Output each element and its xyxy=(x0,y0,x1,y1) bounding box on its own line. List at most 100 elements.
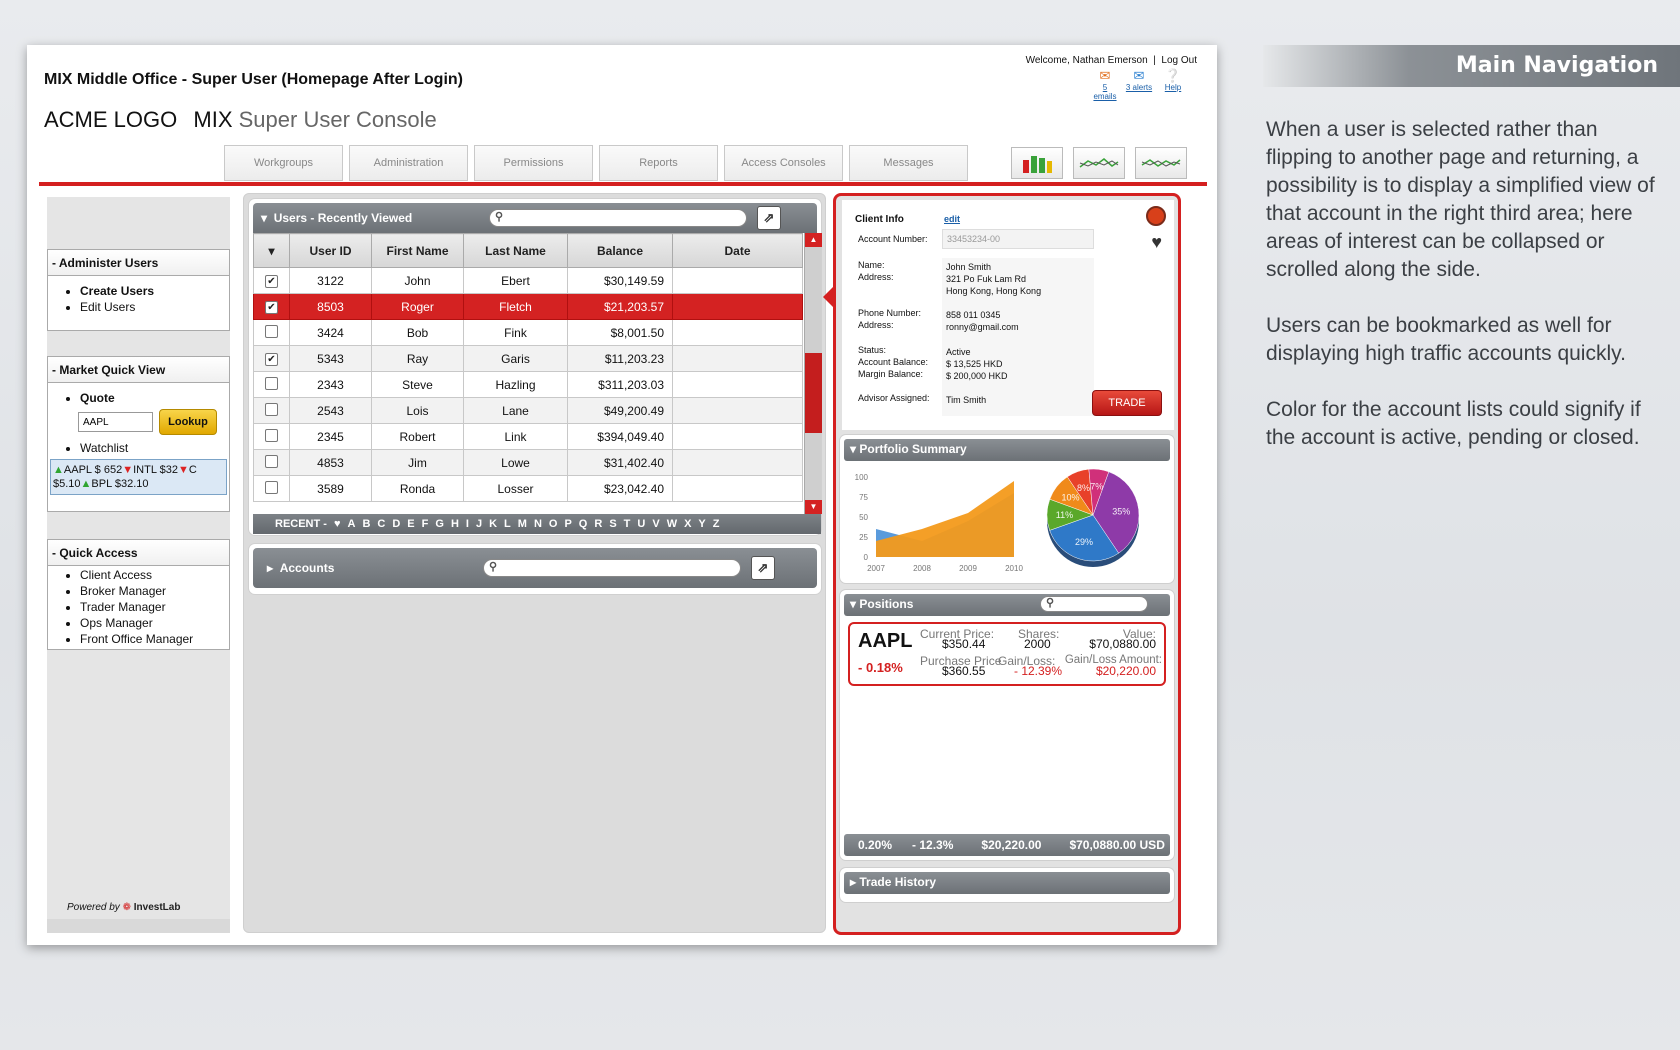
users-scrollbar[interactable]: ▲ ▼ xyxy=(804,233,822,514)
letter-filter-u[interactable]: U xyxy=(637,518,645,530)
status-dot-icon[interactable] xyxy=(1146,206,1166,226)
letter-filter-a[interactable]: A xyxy=(347,518,355,530)
balance-header[interactable]: Balance xyxy=(567,233,673,268)
portfolio-summary-header[interactable]: ▾ Portfolio Summary xyxy=(844,439,1170,461)
accounts-search-input[interactable]: ⚲ xyxy=(483,559,741,577)
table-row[interactable]: 3424 Bob Fink $8,001.50 xyxy=(253,319,803,346)
letter-filter-v[interactable]: V xyxy=(652,518,659,530)
broker-manager-link[interactable]: Broker Manager xyxy=(80,584,229,598)
help-link[interactable]: ❔ Help xyxy=(1159,69,1187,101)
table-row[interactable]: 3589 Ronda Losser $23,042.40 xyxy=(253,475,803,502)
letter-filter-t[interactable]: T xyxy=(624,518,631,530)
trend-view-button[interactable] xyxy=(1135,147,1187,179)
checkbox-checked-icon[interactable]: ✔ xyxy=(265,301,278,314)
letter-filter-b[interactable]: B xyxy=(362,518,370,530)
table-row[interactable]: 2345 Robert Link $394,049.40 xyxy=(253,423,803,450)
heart-filter-icon[interactable]: ♥ xyxy=(334,518,341,530)
edit-users-link[interactable]: Edit Users xyxy=(80,300,229,314)
letter-filter-y[interactable]: Y xyxy=(698,518,705,530)
table-row[interactable]: 4853 Jim Lowe $31,402.40 xyxy=(253,449,803,476)
administer-users-heading[interactable]: - Administer Users xyxy=(48,250,229,276)
letter-filter-z[interactable]: Z xyxy=(713,518,720,530)
letter-filter-f[interactable]: F xyxy=(422,518,429,530)
create-users-link[interactable]: Create Users xyxy=(80,284,229,298)
checkbox-icon[interactable] xyxy=(265,454,278,468)
checkbox-checked-icon[interactable]: ✔ xyxy=(265,275,278,288)
scroll-up-icon[interactable]: ▲ xyxy=(805,233,822,247)
market-quick-view-heading[interactable]: - Market Quick View xyxy=(48,357,229,383)
edit-client-link[interactable]: edit xyxy=(944,214,960,224)
tab-workgroups[interactable]: Workgroups xyxy=(224,145,343,181)
letter-filter-h[interactable]: H xyxy=(451,518,459,530)
scroll-down-icon[interactable]: ▼ xyxy=(805,500,822,514)
letter-filter-l[interactable]: L xyxy=(504,518,511,530)
accounts-toggle[interactable]: ▸ Accounts xyxy=(267,561,334,575)
table-row[interactable]: ✔ 8503 Roger Fletch $21,203.57 xyxy=(253,293,803,320)
trader-manager-link[interactable]: Trader Manager xyxy=(80,600,229,614)
letter-filter-x[interactable]: X xyxy=(684,518,691,530)
letter-filter-w[interactable]: W xyxy=(667,518,677,530)
table-row[interactable]: 2543 Lois Lane $49,200.49 xyxy=(253,397,803,424)
checkbox-icon[interactable] xyxy=(265,428,278,442)
first-name-header[interactable]: First Name xyxy=(371,233,464,268)
chevron-right-icon: ▸ xyxy=(267,561,274,575)
positions-search-input[interactable]: ⚲ xyxy=(1040,596,1148,612)
letter-filter-d[interactable]: D xyxy=(392,518,400,530)
line-chart-view-button[interactable] xyxy=(1073,147,1125,179)
table-row[interactable]: ✔ 3122 John Ebert $30,149.59 xyxy=(253,267,803,294)
table-row[interactable]: ✔ 5343 Ray Garis $11,203.23 xyxy=(253,345,803,372)
account-number-field[interactable]: 33453234-00 xyxy=(942,229,1094,249)
lookup-button[interactable]: Lookup xyxy=(159,409,217,435)
letter-filter-r[interactable]: R xyxy=(594,518,602,530)
trade-button[interactable]: TRADE xyxy=(1092,390,1162,416)
expand-accounts-button[interactable]: ⇗ xyxy=(751,556,775,580)
letter-filter-o[interactable]: O xyxy=(549,518,558,530)
tab-messages[interactable]: Messages xyxy=(849,145,968,181)
sort-column-header[interactable]: ▾ xyxy=(253,233,290,268)
emails-link[interactable]: ✉ 5 emails xyxy=(1091,69,1119,102)
logout-link[interactable]: Log Out xyxy=(1161,55,1197,66)
letter-filter-q[interactable]: Q xyxy=(579,518,588,530)
letter-filter-j[interactable]: J xyxy=(476,518,482,530)
bookmark-heart-icon[interactable]: ♥ xyxy=(1151,232,1162,253)
ops-manager-link[interactable]: Ops Manager xyxy=(80,616,229,630)
letter-filter-c[interactable]: C xyxy=(377,518,385,530)
tab-access-consoles[interactable]: Access Consoles xyxy=(724,145,843,181)
checkbox-icon[interactable] xyxy=(265,376,278,390)
user-id-header[interactable]: User ID xyxy=(289,233,372,268)
watchlist-ticker[interactable]: ▲AAPL $ 652▼INTL $32▼C $5.10▲BPL $32.10 xyxy=(50,459,227,495)
users-search-input[interactable]: ⚲ xyxy=(489,209,747,227)
users-grid-toggle[interactable]: ▾ Users - Recently Viewed xyxy=(261,211,412,225)
last-name-header[interactable]: Last Name xyxy=(463,233,568,268)
quote-input[interactable] xyxy=(78,412,153,432)
letter-filter-k[interactable]: K xyxy=(489,518,497,530)
scroll-thumb[interactable] xyxy=(805,353,822,433)
alerts-link[interactable]: ✉ 3 alerts xyxy=(1125,69,1153,101)
client-account-balance: $ 13,525 HKD xyxy=(946,359,1003,369)
letter-filter-g[interactable]: G xyxy=(435,518,444,530)
positions-header[interactable]: ▾ Positions ⚲ xyxy=(844,594,1170,616)
position-card[interactable]: AAPL - 0.18% Current Price: $350.44 Purc… xyxy=(848,622,1166,686)
tab-permissions[interactable]: Permissions xyxy=(474,145,593,181)
quick-access-heading[interactable]: - Quick Access xyxy=(48,540,229,566)
bar-chart-view-button[interactable] xyxy=(1011,147,1063,179)
letter-filter-s[interactable]: S xyxy=(609,518,616,530)
checkbox-checked-icon[interactable]: ✔ xyxy=(265,353,278,366)
letter-filter-n[interactable]: N xyxy=(534,518,542,530)
letter-filter-e[interactable]: E xyxy=(407,518,414,530)
checkbox-icon[interactable] xyxy=(265,324,278,338)
letter-filter-p[interactable]: P xyxy=(564,518,571,530)
trade-history-header[interactable]: ▸ Trade History xyxy=(844,872,1170,894)
letter-filter-i[interactable]: I xyxy=(466,518,469,530)
date-header[interactable]: Date xyxy=(672,233,803,268)
expand-grid-button[interactable]: ⇗ xyxy=(757,206,781,230)
checkbox-icon[interactable] xyxy=(265,480,278,494)
letter-filter-m[interactable]: M xyxy=(518,518,527,530)
tab-reports[interactable]: Reports xyxy=(599,145,718,181)
recent-filter[interactable]: RECENT - xyxy=(275,518,327,530)
checkbox-icon[interactable] xyxy=(265,402,278,416)
client-access-link[interactable]: Client Access xyxy=(80,568,229,582)
front-office-manager-link[interactable]: Front Office Manager xyxy=(80,632,229,646)
table-row[interactable]: 2343 Steve Hazling $311,203.03 xyxy=(253,371,803,398)
tab-administration[interactable]: Administration xyxy=(349,145,468,181)
